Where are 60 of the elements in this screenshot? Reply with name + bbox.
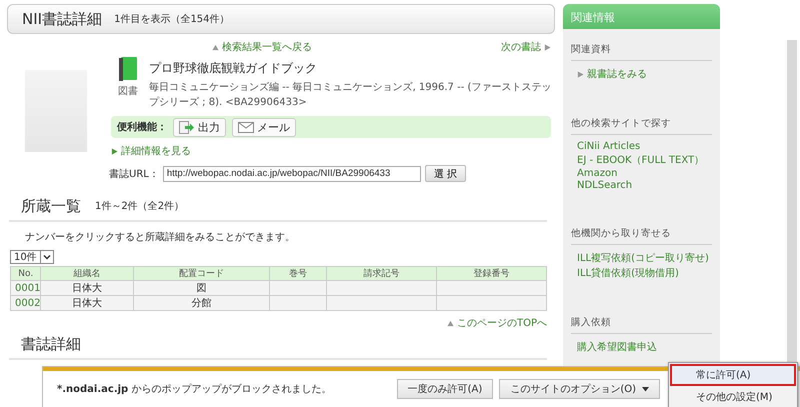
result-count: 1件目を表示（全154件） <box>114 12 230 26</box>
menu-item[interactable]: 常に許可(A) <box>670 364 796 386</box>
instruction-text: ナンバーをクリックすると所蔵詳細をみることができます。 <box>24 230 296 244</box>
page-size-select[interactable]: 10件 <box>10 250 54 264</box>
site-options-button[interactable]: このサイトのオプション(O) <box>499 379 660 399</box>
material-type: 図書 <box>118 84 138 98</box>
up-triangle-icon <box>446 320 454 326</box>
holdings-count: 1件～2件（全2件） <box>95 200 184 213</box>
right-triangle-icon <box>544 44 551 50</box>
select-button[interactable]: 選 択 <box>424 165 466 182</box>
book-icon <box>118 56 138 82</box>
sidebar-heading: 購入依頼 <box>571 310 712 334</box>
envelope-icon <box>238 122 254 132</box>
section-title: 所蔵一覧 <box>21 196 81 216</box>
page-top-link[interactable]: このページのTOPへ <box>446 316 547 330</box>
url-label: 書誌URL： <box>109 168 159 180</box>
export-button[interactable]: 出力 <box>173 118 226 136</box>
column-header: 巻号 <box>270 266 326 280</box>
view-details-link[interactable]: 詳細情報を見る <box>111 144 555 158</box>
sidebar-link[interactable]: EJ - EBOOK（FULL TEXT） <box>577 153 712 167</box>
back-to-results-link[interactable]: 検索結果一覧へ戻る <box>212 40 312 54</box>
caret-icon <box>642 386 649 392</box>
page-title: NII書誌詳細 <box>22 10 102 28</box>
sidebar-title: 関連情報 <box>563 4 720 29</box>
sidebar-heading: 他機関から取り寄せる <box>571 221 712 245</box>
document-arrow-icon <box>179 120 195 134</box>
column-header: 請求記号 <box>326 266 436 280</box>
column-header: 登録番号 <box>436 266 546 280</box>
column-header: 配置コード <box>133 266 270 280</box>
holding-number-link[interactable]: 0001 <box>10 280 41 296</box>
holding-number-link[interactable]: 0002 <box>10 296 41 310</box>
popup-blocked-message: *.nodai.ac.jp からのポップアップがブロックされました。 <box>57 382 332 396</box>
sidebar-link[interactable]: ILL複写依頼(コピー取り寄せ) <box>577 251 712 265</box>
section-title: 書誌詳細 <box>21 334 81 354</box>
dropdown-caret-icon <box>40 251 53 263</box>
menu-item[interactable]: その他の設定(M) <box>670 386 796 407</box>
right-triangle-icon <box>577 70 584 78</box>
sidebar-heading: 他の検索サイトで探す <box>571 111 712 135</box>
sidebar-heading: 関連資料 <box>571 37 712 61</box>
column-header: No. <box>10 266 41 280</box>
sidebar-link[interactable]: NDLSearch <box>577 180 712 191</box>
up-triangle-icon <box>212 44 219 50</box>
sidebar-link[interactable]: Amazon <box>577 168 712 179</box>
book-title: プロ野球徹底観戦ガイドブック <box>149 60 318 77</box>
right-triangle-icon <box>111 148 118 154</box>
column-header: 組織名 <box>40 266 134 280</box>
mail-button[interactable]: メール <box>232 118 296 136</box>
url-field[interactable]: http://webopac.nodai.ac.jp/webopac/NII/BA29906433 <box>162 166 421 182</box>
sidebar-link[interactable]: 購入希望図書申込 <box>577 340 712 354</box>
allow-once-button[interactable]: 一度のみ許可(A) <box>396 379 494 399</box>
next-record-link[interactable]: 次の書誌 <box>501 40 551 54</box>
table-cell: 日体大 <box>40 296 134 310</box>
book-description: 毎日コミュニケーションズ編 -- 毎日コミュニケーションズ, 1996.7 -- (ファーストステップシリーズ ; 8). <BA29906433> <box>149 81 552 110</box>
sidebar-link[interactable]: CiNii Articles <box>577 141 712 152</box>
table-cell: 日体大 <box>40 280 134 296</box>
tools-label: 便利機能： <box>117 120 167 134</box>
table-cell: 図 <box>133 280 270 296</box>
sidebar-link[interactable]: 親書誌をみる <box>577 67 712 81</box>
sidebar-link[interactable]: ILL貸借依頼(現物借用) <box>577 266 712 280</box>
table-cell: 分館 <box>133 296 270 310</box>
